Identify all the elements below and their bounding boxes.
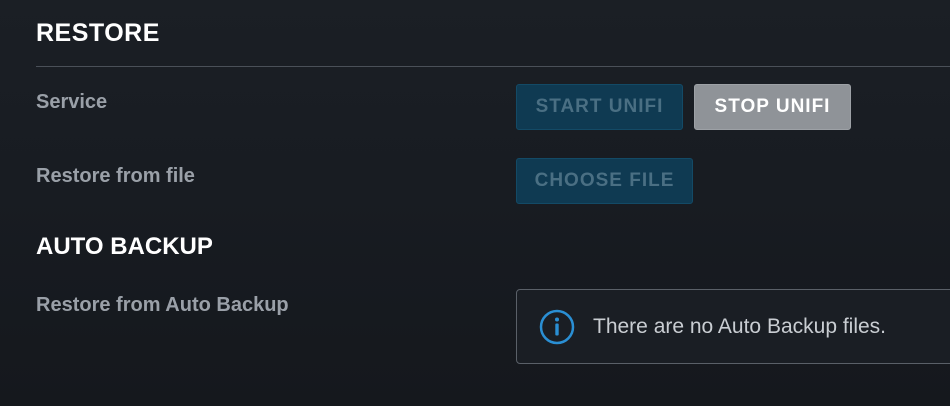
- restore-from-auto-backup-label: Restore from Auto Backup: [36, 294, 289, 316]
- service-label: Service: [36, 91, 108, 113]
- choose-file-button[interactable]: CHOOSE FILE: [516, 158, 693, 204]
- info-icon: [539, 309, 575, 345]
- stop-unifi-button[interactable]: STOP UNIFI: [694, 84, 851, 130]
- auto-backup-section-title: AUTO BACKUP: [36, 233, 213, 260]
- restore-from-file-label: Restore from file: [36, 165, 195, 187]
- auto-backup-info-box: There are no Auto Backup files.: [516, 289, 950, 364]
- start-unifi-button[interactable]: START UNIFI: [516, 84, 683, 130]
- section-divider: [36, 66, 950, 67]
- restore-section-title: RESTORE: [36, 19, 160, 47]
- auto-backup-message: There are no Auto Backup files.: [593, 314, 887, 338]
